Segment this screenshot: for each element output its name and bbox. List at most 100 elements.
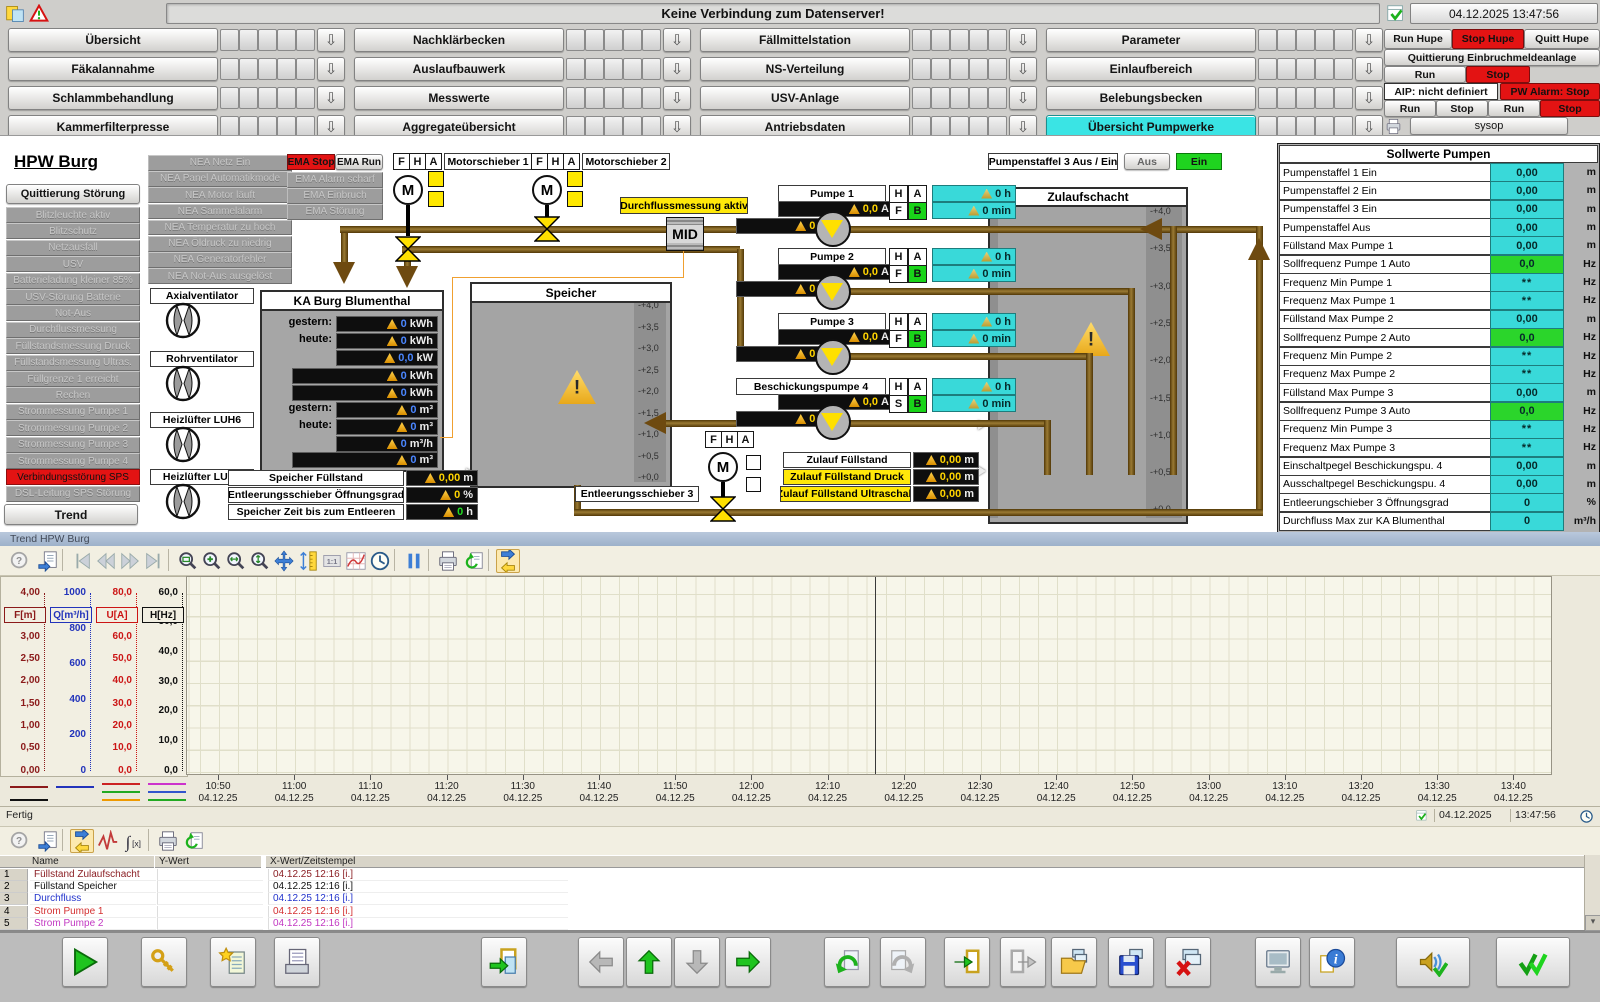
menu-scroll-button[interactable]: ⇩: [663, 28, 691, 52]
ema-run-button[interactable]: EMA Run: [335, 154, 383, 170]
zoom-vertical-icon[interactable]: [248, 549, 272, 573]
menu-scroll-button[interactable]: ⇩: [1009, 28, 1037, 52]
motorschieber-1-mode-f[interactable]: F: [393, 153, 410, 170]
curve-name[interactable]: Füllstand Zulaufschacht: [30, 869, 156, 881]
motorschieber-2-motor[interactable]: M: [532, 175, 562, 205]
trend-button[interactable]: Trend: [4, 504, 138, 525]
day-report-button[interactable]: [210, 937, 256, 987]
motorschieber-2-valve[interactable]: [534, 216, 560, 242]
ack-fault-button[interactable]: Quittierung Störung: [6, 184, 140, 204]
menu-scroll-button[interactable]: ⇩: [317, 28, 345, 52]
nav-left-button[interactable]: [578, 937, 624, 987]
curve-name[interactable]: Strom Pumpe 2: [30, 918, 156, 930]
nav-last-icon[interactable]: [142, 549, 166, 573]
help-icon[interactable]: ?: [8, 829, 32, 853]
measure-ruler-icon[interactable]: [296, 549, 320, 573]
setpoint-value-field[interactable]: 0,00: [1490, 200, 1564, 219]
entleerung-mode-h[interactable]: H: [721, 431, 738, 448]
trend-plot[interactable]: [186, 576, 1552, 775]
setpoint-value-field[interactable]: 0,00: [1490, 236, 1564, 255]
ema-stop-button[interactable]: EMA Stop: [287, 154, 335, 170]
motorschieber-1-motor[interactable]: M: [393, 175, 423, 205]
axes-toggle-icon[interactable]: [70, 829, 94, 853]
menu-button-f-kalannahme[interactable]: Fäkalannahme: [8, 57, 218, 81]
redo-button[interactable]: [880, 937, 926, 987]
pumpenstaffel-aus-button[interactable]: Aus: [1124, 153, 1170, 170]
trend-cursor-line[interactable]: [875, 577, 876, 774]
alarm-button-stop[interactable]: Stop: [1540, 100, 1600, 117]
setpoint-value-field[interactable]: **: [1490, 291, 1564, 310]
pump-1-mode-a[interactable]: A: [908, 185, 927, 203]
menu-scroll-button[interactable]: ⇩: [663, 86, 691, 110]
menu-button-einlaufbereich[interactable]: Einlaufbereich: [1046, 57, 1256, 81]
pump-2-mode-f[interactable]: F: [889, 265, 908, 283]
setpoint-value-field[interactable]: 0,00: [1490, 475, 1564, 494]
nav-next-icon[interactable]: [118, 549, 142, 573]
min-max-icon[interactable]: [96, 829, 120, 853]
setpoint-value-field[interactable]: 0,0: [1490, 402, 1564, 421]
menu-scroll-button[interactable]: ⇩: [1355, 86, 1383, 110]
setpoint-value-field[interactable]: 0,00: [1490, 218, 1564, 237]
integral-icon[interactable]: ∫[x]: [122, 829, 146, 853]
menu-button-parameter[interactable]: Parameter: [1046, 28, 1256, 52]
menu-button-auslaufbauwerk[interactable]: Auslaufbauwerk: [354, 57, 564, 81]
pump-2-icon[interactable]: [815, 274, 851, 310]
menu-scroll-button[interactable]: ⇩: [663, 57, 691, 81]
alarm-button-run-hupe[interactable]: Run Hupe: [1384, 29, 1452, 49]
entleerung-valve[interactable]: [710, 496, 736, 522]
pump-2-mode-a[interactable]: A: [908, 248, 927, 266]
pump-3-mode-f[interactable]: F: [889, 330, 908, 348]
menu-scroll-button[interactable]: ⇩: [1355, 57, 1383, 81]
alarm-button-run[interactable]: Run: [1384, 66, 1466, 83]
menu-button-belebungsbecken[interactable]: Belebungsbecken: [1046, 86, 1256, 110]
pump-1-mode-h[interactable]: H: [889, 185, 908, 203]
setpoint-value-field[interactable]: 0,00: [1490, 457, 1564, 476]
mid-flowmeter[interactable]: MID: [666, 217, 704, 251]
menu-scroll-button[interactable]: ⇩: [1009, 86, 1037, 110]
table-header-x-wert-zeitstempel[interactable]: X-Wert/Zeitstempel: [266, 855, 1186, 868]
acknowledge-all-button[interactable]: [1496, 937, 1570, 987]
one-to-one-icon[interactable]: 1:1: [320, 549, 344, 573]
calendar-check-icon[interactable]: [1384, 2, 1408, 26]
motorschieber-2-mode-f[interactable]: F: [531, 153, 548, 170]
undo-button[interactable]: [824, 937, 870, 987]
menu-scroll-button[interactable]: ⇩: [1355, 28, 1383, 52]
help-icon[interactable]: ?: [8, 549, 32, 573]
menu-button-messwerte[interactable]: Messwerte: [354, 86, 564, 110]
nav-down-button[interactable]: [674, 937, 720, 987]
nav-up-button[interactable]: [626, 937, 672, 987]
alarm-button-stop-hupe[interactable]: Stop Hupe: [1452, 29, 1524, 49]
redraw-icon[interactable]: [462, 549, 486, 573]
menu-button-schlammbehandlung[interactable]: Schlammbehandlung: [8, 86, 218, 110]
motorschieber-2-mode-h[interactable]: H: [547, 153, 564, 170]
zoom-in-icon[interactable]: [200, 549, 224, 573]
curve-settings-icon[interactable]: [344, 549, 368, 573]
pumpenstaffel-ein-button[interactable]: Ein: [1176, 153, 1222, 170]
table-header-y-wert[interactable]: Y-Wert: [155, 855, 261, 868]
setpoint-value-field[interactable]: 0,00: [1490, 163, 1564, 182]
nav-prev-icon[interactable]: [94, 549, 118, 573]
page-enter-button[interactable]: [944, 937, 990, 987]
runtime-start-button[interactable]: [62, 937, 108, 987]
print-report-button[interactable]: [274, 937, 320, 987]
curve-name[interactable]: Durchfluss: [30, 893, 156, 905]
curve-name[interactable]: Strom Pumpe 1: [30, 906, 156, 918]
setpoint-value-field[interactable]: **: [1490, 365, 1564, 384]
setpoint-value-field[interactable]: 0: [1490, 512, 1564, 531]
setpoint-value-field[interactable]: 0: [1490, 493, 1564, 512]
entleerung-mode-f[interactable]: F: [705, 431, 722, 448]
menu-scroll-button[interactable]: ⇩: [1009, 57, 1037, 81]
pan-icon[interactable]: [272, 549, 296, 573]
zoom-horizontal-icon[interactable]: [224, 549, 248, 573]
pump-4-icon[interactable]: [815, 404, 851, 440]
setpoint-value-field[interactable]: 0,0: [1490, 255, 1564, 274]
nav-right-button[interactable]: [725, 937, 771, 987]
time-range-icon[interactable]: [368, 549, 392, 573]
alarm-button-pw-alarm-stop[interactable]: PW Alarm: Stop: [1500, 83, 1600, 100]
pump-3-mode-b[interactable]: B: [908, 330, 927, 348]
alarm-button-aip-nicht-definiert[interactable]: AIP: nicht definiert: [1384, 83, 1498, 100]
pause-icon[interactable]: [402, 549, 426, 573]
pump-2-mode-b[interactable]: B: [908, 265, 927, 283]
pump-4-mode-b[interactable]: B: [908, 395, 927, 413]
nav-first-icon[interactable]: [70, 549, 94, 573]
